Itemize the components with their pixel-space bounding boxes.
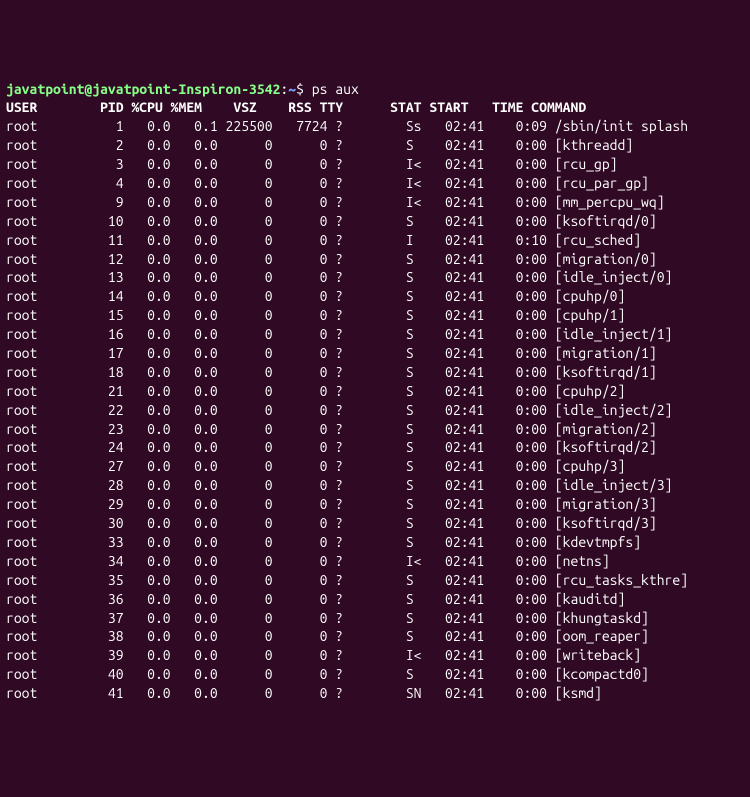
process-row: root 2 0.0 0.0 0 0 ? S 02:41 0:00 [kthre…	[6, 137, 633, 153]
process-row: root 12 0.0 0.0 0 0 ? S 02:41 0:00 [migr…	[6, 251, 657, 267]
process-row: root 38 0.0 0.0 0 0 ? S 02:41 0:00 [oom_…	[6, 628, 649, 644]
prompt-line: javatpoint@javatpoint-Inspiron-3542:~$ p…	[6, 81, 359, 97]
typed-command: ps aux	[312, 81, 359, 97]
process-row: root 30 0.0 0.0 0 0 ? S 02:41 0:00 [ksof…	[6, 515, 657, 531]
process-row: root 10 0.0 0.0 0 0 ? S 02:41 0:00 [ksof…	[6, 213, 657, 229]
process-row: root 15 0.0 0.0 0 0 ? S 02:41 0:00 [cpuh…	[6, 307, 625, 323]
process-row: root 39 0.0 0.0 0 0 ? I< 02:41 0:00 [wri…	[6, 647, 641, 663]
process-row: root 34 0.0 0.0 0 0 ? I< 02:41 0:00 [net…	[6, 553, 610, 569]
process-row: root 41 0.0 0.0 0 0 ? SN 02:41 0:00 [ksm…	[6, 685, 602, 701]
process-row: root 17 0.0 0.0 0 0 ? S 02:41 0:00 [migr…	[6, 345, 657, 361]
process-row: root 27 0.0 0.0 0 0 ? S 02:41 0:00 [cpuh…	[6, 458, 625, 474]
process-row: root 28 0.0 0.0 0 0 ? S 02:41 0:00 [idle…	[6, 477, 672, 493]
process-row: root 29 0.0 0.0 0 0 ? S 02:41 0:00 [migr…	[6, 496, 657, 512]
process-row: root 35 0.0 0.0 0 0 ? S 02:41 0:00 [rcu_…	[6, 572, 688, 588]
process-row: root 40 0.0 0.0 0 0 ? S 02:41 0:00 [kcom…	[6, 666, 649, 682]
process-row: root 16 0.0 0.0 0 0 ? S 02:41 0:00 [idle…	[6, 326, 672, 342]
ps-header-row: USER PID %CPU %MEM VSZ RSS TTY STAT STAR…	[6, 99, 586, 115]
process-row: root 21 0.0 0.0 0 0 ? S 02:41 0:00 [cpuh…	[6, 383, 625, 399]
process-row: root 18 0.0 0.0 0 0 ? S 02:41 0:00 [ksof…	[6, 364, 657, 380]
process-row: root 4 0.0 0.0 0 0 ? I< 02:41 0:00 [rcu_…	[6, 175, 649, 191]
terminal-output[interactable]: javatpoint@javatpoint-Inspiron-3542:~$ p…	[6, 80, 744, 703]
process-row: root 37 0.0 0.0 0 0 ? S 02:41 0:00 [khun…	[6, 610, 649, 626]
process-row: root 9 0.0 0.0 0 0 ? I< 02:41 0:00 [mm_p…	[6, 194, 665, 210]
process-row: root 22 0.0 0.0 0 0 ? S 02:41 0:00 [idle…	[6, 402, 672, 418]
prompt-path: ~	[288, 81, 296, 97]
process-row: root 3 0.0 0.0 0 0 ? I< 02:41 0:00 [rcu_…	[6, 156, 618, 172]
process-row: root 36 0.0 0.0 0 0 ? S 02:41 0:00 [kaud…	[6, 591, 625, 607]
process-row: root 24 0.0 0.0 0 0 ? S 02:41 0:00 [ksof…	[6, 439, 657, 455]
process-row: root 23 0.0 0.0 0 0 ? S 02:41 0:00 [migr…	[6, 421, 657, 437]
process-row: root 14 0.0 0.0 0 0 ? S 02:41 0:00 [cpuh…	[6, 288, 625, 304]
process-row: root 13 0.0 0.0 0 0 ? S 02:41 0:00 [idle…	[6, 269, 672, 285]
process-row: root 1 0.0 0.1 225500 7724 ? Ss 02:41 0:…	[6, 118, 688, 134]
prompt-user-host: javatpoint@javatpoint-Inspiron-3542	[6, 81, 280, 97]
process-row: root 11 0.0 0.0 0 0 ? I 02:41 0:10 [rcu_…	[6, 232, 641, 248]
prompt-dollar: $	[296, 81, 304, 97]
process-row: root 33 0.0 0.0 0 0 ? S 02:41 0:00 [kdev…	[6, 534, 641, 550]
